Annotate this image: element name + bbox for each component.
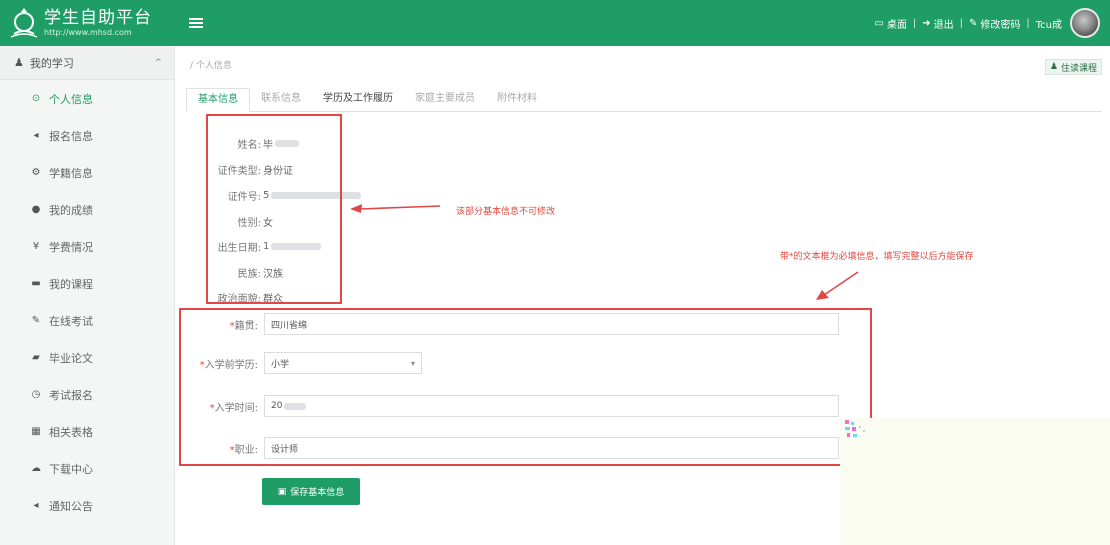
sidebar-item-forms[interactable]: ▦ 相关表格 <box>0 413 174 450</box>
form-row-enrollment-date: *入学时间: 20 <box>176 395 839 417</box>
monitor-icon: ▭ <box>874 17 884 29</box>
tab-basic-info[interactable]: 基本信息 <box>186 88 250 112</box>
chevron-up-icon: ^ <box>154 57 162 68</box>
tab-family-members[interactable]: 家庭主要成员 <box>404 88 486 112</box>
pencil-icon: ✎ <box>31 315 41 326</box>
dot-icon: ● <box>31 204 41 215</box>
breadcrumb: / 个人信息 <box>190 61 232 71</box>
change-password-label: 修改密码 <box>980 19 1021 31</box>
arrow-left-icon <box>350 204 441 213</box>
sidebar-item-label: 个人信息 <box>49 92 93 106</box>
gear-icon: ⚙ <box>31 167 41 178</box>
course-button-label: 住读课程 <box>1060 63 1097 74</box>
logout-link[interactable]: ➜ 退出 <box>922 16 953 31</box>
user-name: Tcu成 <box>1035 19 1062 31</box>
field-label: 职业: <box>234 444 258 456</box>
clock-icon: ◷ <box>31 389 41 400</box>
sidebar-item-label: 学费情况 <box>49 240 93 254</box>
form-row-occupation: *职业: 设计师 <box>176 437 839 459</box>
desktop-link[interactable]: ▭ 桌面 <box>874 16 906 31</box>
sidebar-item-label: 相关表格 <box>49 425 93 439</box>
graduation-icon: ▰ <box>32 352 40 363</box>
sidebar-item-label: 考试报名 <box>49 388 93 402</box>
sidebar-item-label: 通知公告 <box>49 499 93 513</box>
logout-icon: ➜ <box>922 17 931 29</box>
sidebar-item-courses[interactable]: ▬ 我的课程 <box>0 265 174 302</box>
menu-toggle-icon[interactable] <box>189 16 203 30</box>
field-label: 入学前学历: <box>204 359 258 371</box>
form-row-education: *入学前学历: 小学 ▾ <box>176 352 422 374</box>
app-url: http://www.mhsd.com <box>44 27 132 37</box>
save-basic-info-button[interactable]: ▣ 保存基本信息 <box>262 478 360 505</box>
tab-contact-info[interactable]: 联系信息 <box>250 88 312 112</box>
sidebar-item-label: 学籍信息 <box>49 166 93 180</box>
chevron-down-icon: ▾ <box>410 358 415 368</box>
logo[interactable]: 学生自助平台 http://www.mhsd.com <box>0 0 175 46</box>
megaphone-icon: ◂ <box>33 130 39 141</box>
desktop-link-label: 桌面 <box>886 19 907 31</box>
avatar[interactable] <box>1070 8 1100 38</box>
education-select[interactable]: 小学 ▾ <box>264 352 422 374</box>
header-separator: | <box>959 17 963 29</box>
field-label: 籍贯: <box>234 320 258 332</box>
person-icon: ♟ <box>1049 62 1058 72</box>
course-button[interactable]: ♟ 住读课程 <box>1044 59 1102 75</box>
app-title: 学生自助平台 <box>44 7 152 28</box>
sidebar-group-label: 我的学习 <box>29 56 74 70</box>
tab-bar: 基本信息 联系信息 学历及工作履历 家庭主要成员 附件材料 <box>186 88 1102 112</box>
user-icon: ♟ <box>14 56 24 69</box>
user-name-link[interactable]: Tcu成 <box>1036 16 1062 31</box>
artifact-pattern <box>845 420 865 437</box>
header-separator: | <box>1026 17 1030 29</box>
yen-icon: ¥ <box>32 241 40 252</box>
main-content: / 个人信息 ♟ 住读课程 基本信息 联系信息 学历及工作履历 家庭主要成员 附… <box>176 46 1110 545</box>
sidebar-item-grades[interactable]: ● 我的成绩 <box>0 191 174 228</box>
key-icon: ✎ <box>968 17 978 29</box>
top-header: 学生自助平台 http://www.mhsd.com ▭ 桌面 | ➜ 退出 |… <box>0 0 1110 46</box>
bell-icon: ◂ <box>33 500 39 511</box>
background-tint <box>840 418 1110 545</box>
sidebar-item-label: 在线考试 <box>49 314 93 328</box>
required-note: 带*的文本框为必填信息，填写完整以后方能保存 <box>780 252 974 262</box>
sidebar: ♟ 我的学习 ^ ⊙ 个人信息 ◂ 报名信息 ⚙ 学籍信息 ● 我的成绩 ¥ 学费情况 ▬… <box>0 46 175 545</box>
sidebar-item-label: 我的课程 <box>49 277 93 291</box>
tab-attachments[interactable]: 附件材料 <box>486 88 548 112</box>
sidebar-item-downloads[interactable]: ☁ 下载中心 <box>0 450 174 487</box>
book-icon: ▬ <box>31 278 41 289</box>
logo-icon <box>10 8 38 38</box>
change-password-link[interactable]: ✎ 修改密码 <box>969 16 1020 31</box>
form-row-native-place: *籍贯: 四川省绵 <box>176 313 839 335</box>
header-links: ▭ 桌面 | ➜ 退出 | ✎ 修改密码 | Tcu成 <box>874 8 1110 38</box>
sidebar-item-registration[interactable]: ◂ 报名信息 <box>0 117 174 154</box>
sidebar-item-thesis[interactable]: ▰ 毕业论文 <box>0 339 174 376</box>
save-icon: ▣ <box>277 486 287 497</box>
sidebar-item-exam-registration[interactable]: ◷ 考试报名 <box>0 376 174 413</box>
header-separator: | <box>912 17 917 29</box>
field-label: 入学时间: <box>214 402 258 414</box>
arrow-down-left-icon <box>816 271 859 300</box>
grid-icon: ▦ <box>31 426 41 437</box>
readonly-highlight-box <box>206 114 342 304</box>
user-circle-icon: ⊙ <box>31 93 41 104</box>
sidebar-item-label: 报名信息 <box>49 129 93 143</box>
cloud-icon: ☁ <box>31 463 41 474</box>
readonly-note: 该部分基本信息不可修改 <box>456 207 556 217</box>
sidebar-item-notices[interactable]: ◂ 通知公告 <box>0 487 174 524</box>
sidebar-item-label: 下载中心 <box>49 462 93 476</box>
sidebar-item-student-status[interactable]: ⚙ 学籍信息 <box>0 154 174 191</box>
sidebar-group-my-study[interactable]: ♟ 我的学习 ^ <box>0 46 174 80</box>
sidebar-item-label: 毕业论文 <box>49 351 93 365</box>
tab-education-work[interactable]: 学历及工作履历 <box>312 88 404 112</box>
enrollment-date-input[interactable]: 20 <box>264 395 839 417</box>
sidebar-item-label: 我的成绩 <box>49 203 93 217</box>
sidebar-item-online-exam[interactable]: ✎ 在线考试 <box>0 302 174 339</box>
save-button-label: 保存基本信息 <box>290 488 345 498</box>
occupation-input[interactable]: 设计师 <box>264 437 839 459</box>
sidebar-item-personal-info[interactable]: ⊙ 个人信息 <box>0 80 174 117</box>
native-place-input[interactable]: 四川省绵 <box>264 313 839 335</box>
logout-link-label: 退出 <box>933 19 954 31</box>
sidebar-item-tuition[interactable]: ¥ 学费情况 <box>0 228 174 265</box>
